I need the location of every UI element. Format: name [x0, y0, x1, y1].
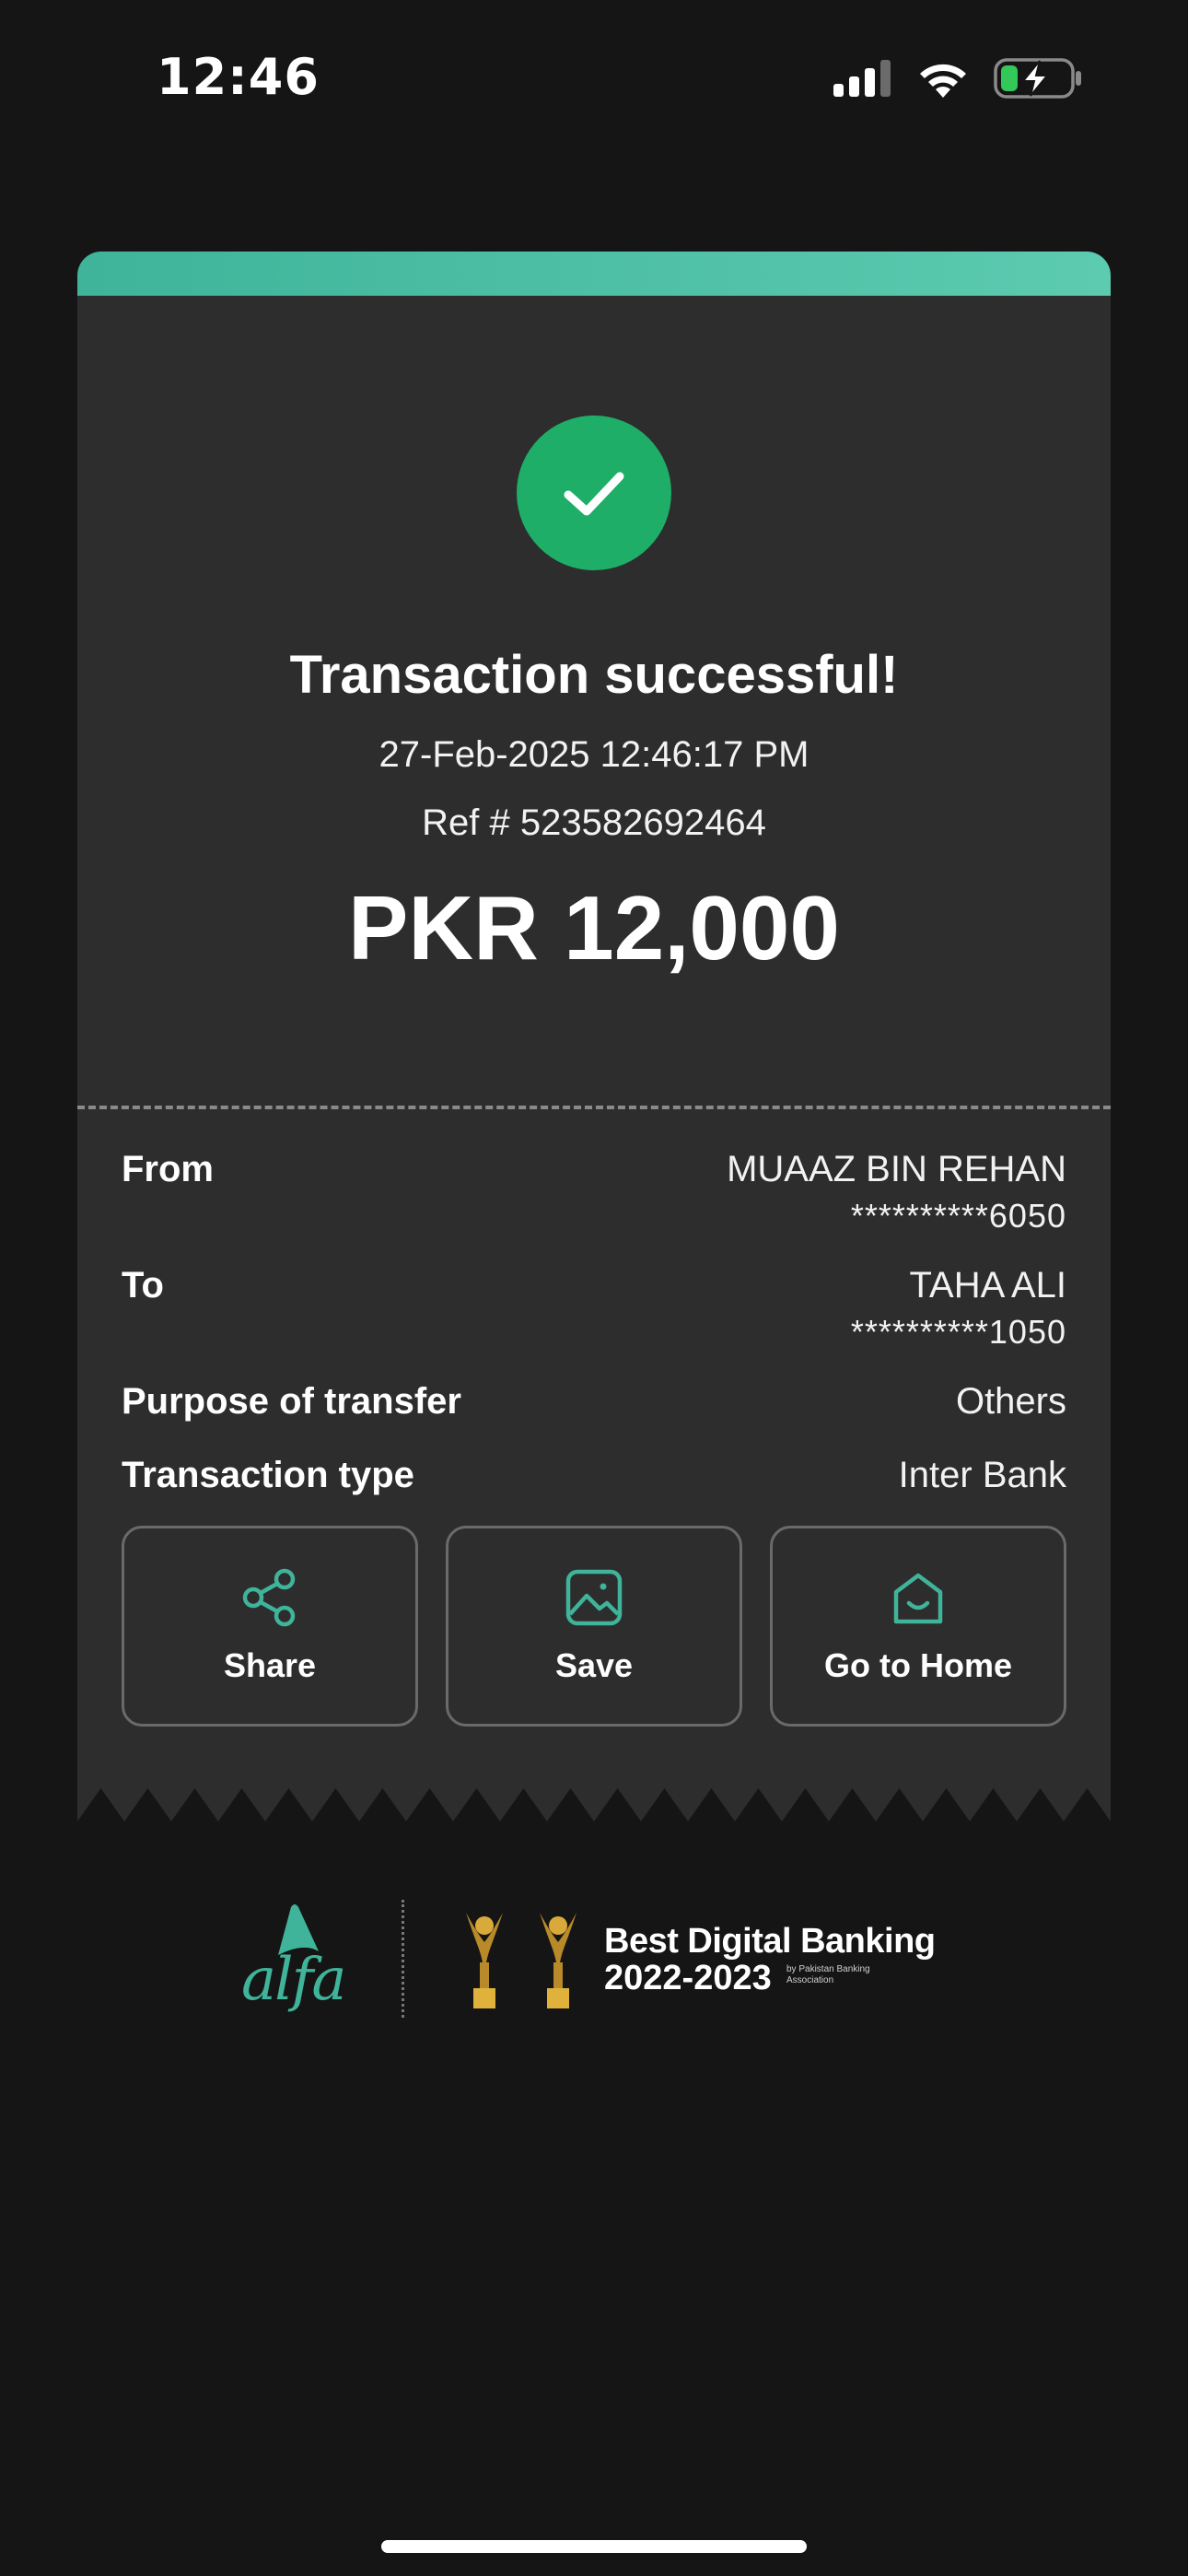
go-to-home-button[interactable]: Go to Home [770, 1526, 1066, 1727]
trophy-icon [466, 1913, 577, 2008]
battery-charging-icon [994, 58, 1081, 99]
footer-divider [402, 1900, 404, 2018]
detail-row-from: From MUAAZ BIN REHAN **********6050 [122, 1149, 1066, 1250]
signal-icon [833, 60, 891, 97]
image-icon [565, 1565, 623, 1630]
status-time: 12:46 [157, 48, 320, 106]
purpose-value: Others [955, 1381, 1066, 1422]
award-by: by Pakistan Banking Association [786, 1964, 870, 1985]
alfa-brand-text: alfa [241, 1946, 346, 2014]
transaction-amount: PKR 12,000 [348, 877, 840, 978]
success-icon [517, 416, 671, 570]
to-name: TAHA ALI [909, 1265, 1066, 1306]
home-icon [889, 1565, 948, 1630]
status-bar: 12:46 [0, 0, 1188, 161]
type-value: Inter Bank [898, 1455, 1066, 1495]
purpose-label: Purpose of transfer [122, 1381, 461, 1422]
action-buttons: Share Save Go to Home [122, 1526, 1066, 1727]
receipt-body: Transaction successful! 27-Feb-2025 12:4… [77, 296, 1111, 1779]
to-label: To [122, 1265, 164, 1306]
page-title: Transaction successful! [289, 645, 899, 705]
detail-row-type: Transaction type Inter Bank [122, 1455, 1066, 1501]
wifi-icon [920, 64, 966, 98]
save-label: Save [554, 1646, 634, 1684]
save-button[interactable]: Save [446, 1526, 742, 1727]
detail-row-purpose: Purpose of transfer Others [122, 1381, 1066, 1427]
type-label: Transaction type [122, 1455, 414, 1495]
status-icons [832, 57, 1082, 100]
detail-row-to: To TAHA ALI **********1050 [122, 1265, 1066, 1366]
receipt-card: Transaction successful! 27-Feb-2025 12:4… [77, 252, 1111, 1821]
award-title: Best Digital Banking [604, 1922, 936, 1961]
receipt-zigzag-edge [77, 1777, 1111, 1821]
share-label: Share [223, 1646, 317, 1684]
to-account: **********1050 [850, 1313, 1066, 1351]
award-years: 2022-2023 [604, 1959, 772, 1997]
share-button[interactable]: Share [122, 1526, 418, 1727]
receipt-top-bar [77, 252, 1111, 296]
transaction-datetime: 27-Feb-2025 12:46:17 PM [379, 734, 809, 775]
from-account: **********6050 [850, 1197, 1066, 1235]
home-indicator[interactable] [381, 2540, 807, 2553]
footer-branding: alfa Best Digital Banking 2022-2023 by P… [0, 1898, 1188, 2027]
go-to-home-label: Go to Home [824, 1646, 1012, 1684]
share-icon [240, 1565, 299, 1630]
transaction-reference: Ref # 523582692464 [422, 802, 766, 843]
from-label: From [122, 1149, 214, 1189]
from-name: MUAAZ BIN REHAN [727, 1149, 1066, 1189]
dashed-divider [77, 1106, 1111, 1109]
